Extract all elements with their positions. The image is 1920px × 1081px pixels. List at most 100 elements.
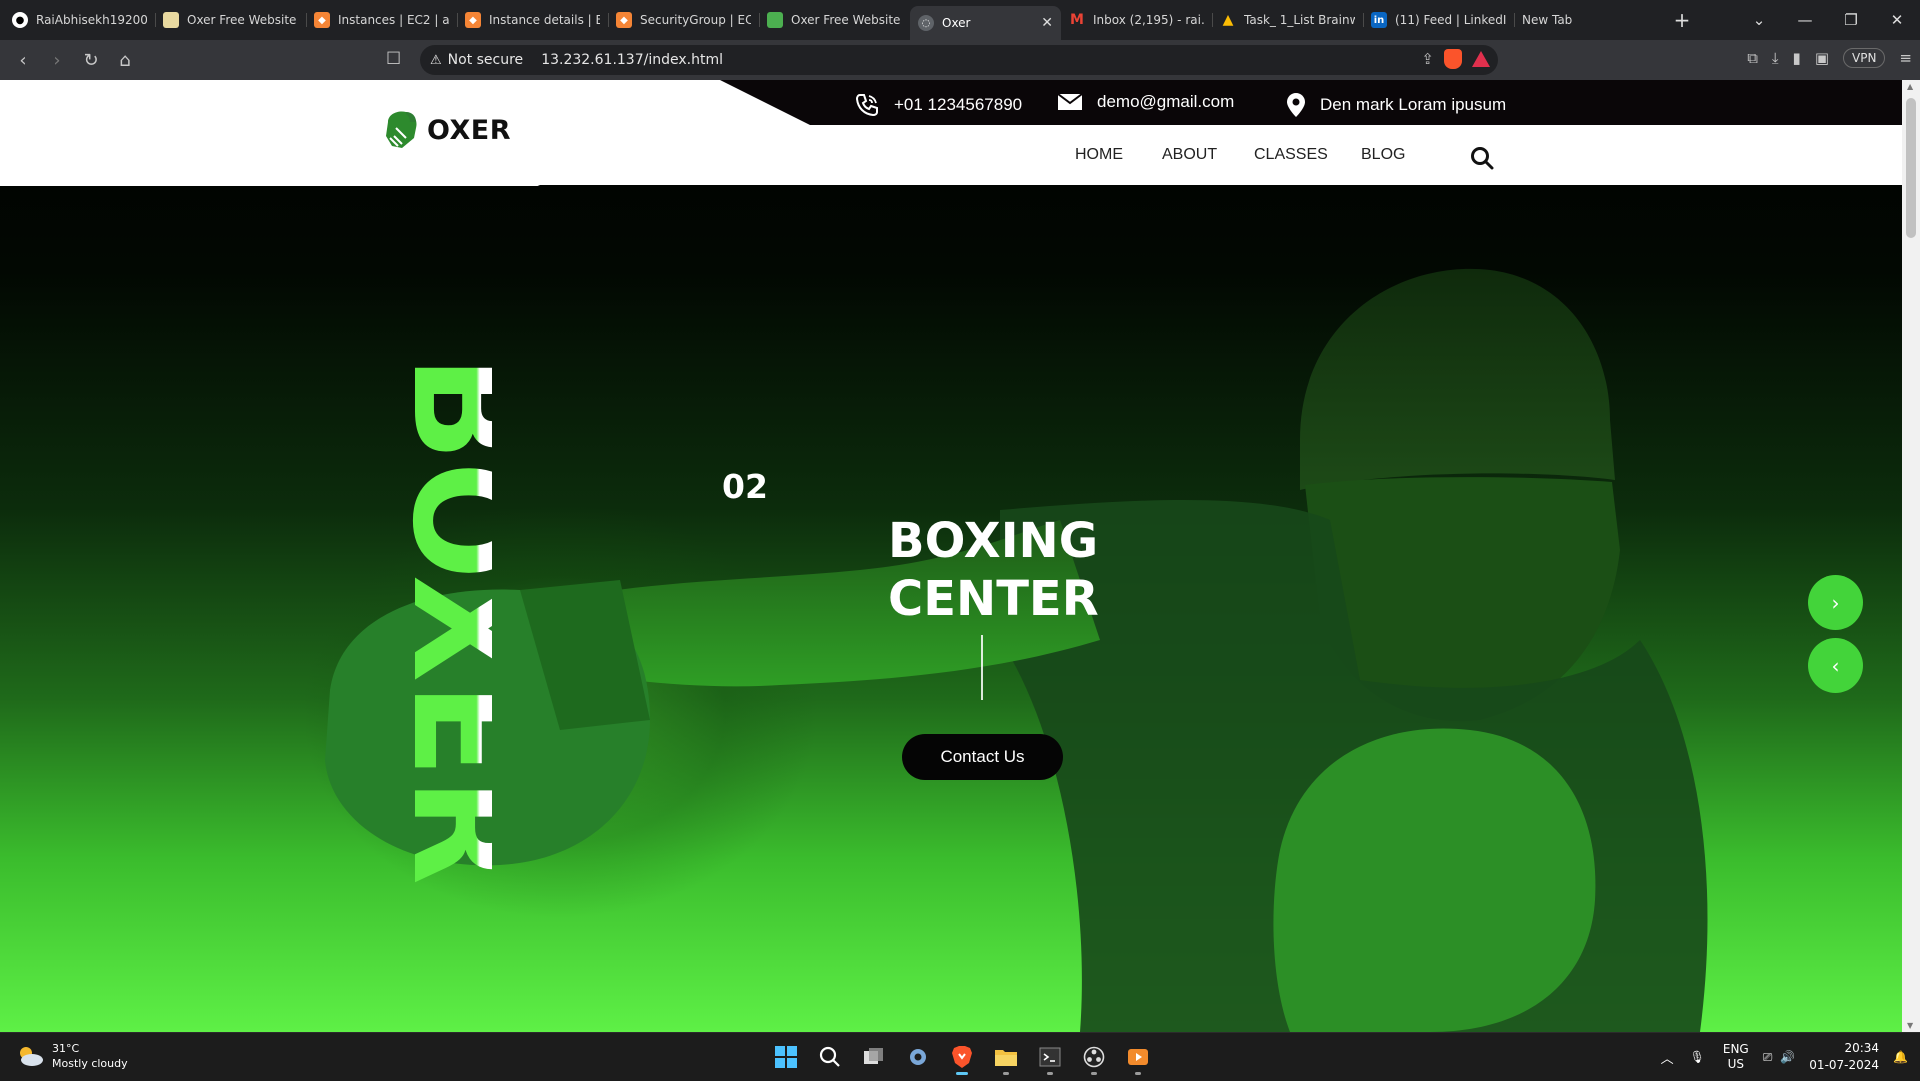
- address-bar[interactable]: ⚠ Not secure 13.232.61.137/index.html ⇪: [420, 45, 1498, 75]
- media-player-app[interactable]: [1120, 1039, 1156, 1075]
- language-indicator[interactable]: ENG US: [1723, 1042, 1749, 1072]
- tab-title: Instance details | EC: [489, 13, 600, 27]
- tab-search-icon[interactable]: ⌄: [1736, 11, 1782, 29]
- vpn-button[interactable]: VPN: [1843, 48, 1886, 68]
- nav-classes[interactable]: CLASSES: [1254, 146, 1328, 164]
- new-tab-button[interactable]: +: [1664, 8, 1700, 32]
- tab-drive[interactable]: ▲ Task_ 1_List Brainwa: [1212, 4, 1363, 36]
- hero-vertical-word: BOXER: [380, 355, 492, 885]
- close-window-icon[interactable]: ✕: [1874, 11, 1920, 29]
- brave-rewards-icon[interactable]: [1472, 51, 1490, 67]
- aws-icon: ◆: [465, 12, 481, 28]
- date-text: 01-07-2024: [1809, 1058, 1880, 1072]
- page-icon: [163, 12, 179, 28]
- nav-blog[interactable]: BLOG: [1361, 146, 1405, 164]
- web-page: OXER +01 1234567890 demo@gmail.com Den m…: [0, 80, 1902, 1032]
- running-indicator: [1135, 1072, 1141, 1075]
- page-scrollbar[interactable]: ▲ ▼: [1902, 80, 1920, 1032]
- nav-home[interactable]: HOME: [1075, 146, 1123, 164]
- tab-new-tab[interactable]: New Tab: [1514, 4, 1664, 36]
- menu-icon[interactable]: ≡: [1899, 49, 1912, 67]
- tab-github[interactable]: ● RaiAbhisekh192005: [4, 4, 155, 36]
- brave-icon: [952, 1046, 972, 1068]
- mail-icon: [1057, 93, 1083, 110]
- notification-bell-icon[interactable]: 🔔: [1893, 1050, 1908, 1064]
- location-info[interactable]: Den mark Loram ipusum: [1286, 92, 1506, 118]
- hero-title: BOXING CENTER: [888, 512, 1148, 628]
- brave-shields-icon[interactable]: [1444, 49, 1462, 69]
- gmail-icon: M: [1070, 12, 1084, 28]
- tab-gmail[interactable]: M Inbox (2,195) - rai.a: [1061, 4, 1212, 36]
- phone-info[interactable]: +01 1234567890: [854, 92, 1022, 118]
- tab-oxer-active[interactable]: ◌ Oxer ✕: [910, 6, 1061, 40]
- weather-text: Mostly cloudy: [52, 1057, 128, 1070]
- tab-title: Oxer Free Website T: [187, 13, 298, 27]
- scroll-thumb[interactable]: [1906, 98, 1916, 238]
- tab-linkedin[interactable]: in (11) Feed | LinkedIn: [1363, 4, 1514, 36]
- microphone-icon[interactable]: 🎙: [1690, 1050, 1705, 1064]
- contact-us-button[interactable]: Contact Us: [902, 734, 1063, 780]
- extensions-icon[interactable]: ⧉: [1747, 49, 1758, 67]
- browser-tab-strip: ● RaiAbhisekh192005 Oxer Free Website T …: [0, 0, 1920, 40]
- scroll-up-icon[interactable]: ▲: [1907, 82, 1913, 91]
- chevron-left-icon: ‹: [1831, 653, 1840, 678]
- terminal-app[interactable]: [1032, 1039, 1068, 1075]
- sidebar-icon[interactable]: ▮: [1793, 49, 1801, 67]
- hero-title-line2: CENTER: [888, 571, 1099, 627]
- volume-icon[interactable]: 🔊: [1780, 1050, 1795, 1064]
- clock[interactable]: 20:34 01-07-2024: [1809, 1040, 1879, 1074]
- network-icon[interactable]: ⎚: [1763, 1050, 1773, 1065]
- search-icon[interactable]: [1470, 146, 1494, 170]
- running-indicator: [1003, 1072, 1009, 1075]
- site-logo[interactable]: OXER: [380, 108, 511, 152]
- tab-instance-details[interactable]: ◆ Instance details | EC: [457, 4, 608, 36]
- nav-about[interactable]: ABOUT: [1162, 146, 1217, 164]
- wallet-icon[interactable]: ▣: [1815, 49, 1829, 67]
- tab-security-group[interactable]: ◆ SecurityGroup | EC2: [608, 4, 759, 36]
- task-view-button[interactable]: [856, 1039, 892, 1075]
- download-icon[interactable]: ⤓: [1772, 49, 1779, 67]
- aws-icon: ◆: [314, 12, 330, 28]
- chevron-up-icon[interactable]: ︿: [1661, 1048, 1674, 1067]
- home-icon[interactable]: ⌂: [108, 50, 142, 71]
- cloudy-weather-icon: [20, 1047, 43, 1066]
- close-icon[interactable]: ✕: [1041, 15, 1053, 31]
- file-explorer-app[interactable]: [988, 1039, 1024, 1075]
- windows-icon: [775, 1046, 797, 1068]
- warning-icon[interactable]: ⚠: [430, 53, 442, 68]
- drive-icon: ▲: [1222, 12, 1234, 28]
- restore-icon[interactable]: ❐: [1828, 11, 1874, 29]
- tab-oxer-template-2[interactable]: Oxer Free Website T: [759, 4, 910, 36]
- email-info[interactable]: demo@gmail.com: [1057, 92, 1234, 112]
- settings-app[interactable]: [900, 1039, 936, 1075]
- weather-widget[interactable]: 31°C Mostly cloudy: [16, 1041, 128, 1071]
- forward-icon[interactable]: ›: [40, 50, 74, 71]
- email-text: demo@gmail.com: [1097, 92, 1235, 111]
- share-icon[interactable]: ⇪: [1421, 50, 1434, 68]
- running-indicator: [1091, 1072, 1097, 1075]
- window-controls: ⌄ — ❐ ✕: [1736, 0, 1920, 40]
- url-text[interactable]: 13.232.61.137/index.html: [541, 52, 723, 68]
- gear-icon: [910, 1049, 926, 1065]
- media-player-icon: [1128, 1049, 1148, 1065]
- search-button[interactable]: [812, 1039, 848, 1075]
- aws-icon: ◆: [616, 12, 632, 28]
- obs-app[interactable]: [1076, 1039, 1112, 1075]
- minimize-icon[interactable]: —: [1782, 11, 1828, 29]
- temperature-text: 31°C: [52, 1042, 80, 1055]
- tab-title: SecurityGroup | EC2: [640, 13, 751, 27]
- tab-oxer-template-1[interactable]: Oxer Free Website T: [155, 4, 306, 36]
- reload-icon[interactable]: ↻: [74, 50, 108, 71]
- globe-icon: ◌: [918, 15, 934, 31]
- brave-browser-app[interactable]: [944, 1039, 980, 1075]
- tab-ec2-instances[interactable]: ◆ Instances | EC2 | ap: [306, 4, 457, 36]
- prev-slide-button[interactable]: ‹: [1808, 638, 1863, 693]
- security-label[interactable]: Not secure: [448, 52, 524, 68]
- bookmark-icon[interactable]: ☐: [386, 49, 401, 69]
- back-icon[interactable]: ‹: [6, 50, 40, 71]
- scroll-down-icon[interactable]: ▼: [1907, 1021, 1913, 1030]
- next-slide-button[interactable]: ›: [1808, 575, 1863, 630]
- hero-divider: [981, 635, 983, 700]
- folder-icon: [995, 1050, 1017, 1066]
- start-button[interactable]: [768, 1039, 804, 1075]
